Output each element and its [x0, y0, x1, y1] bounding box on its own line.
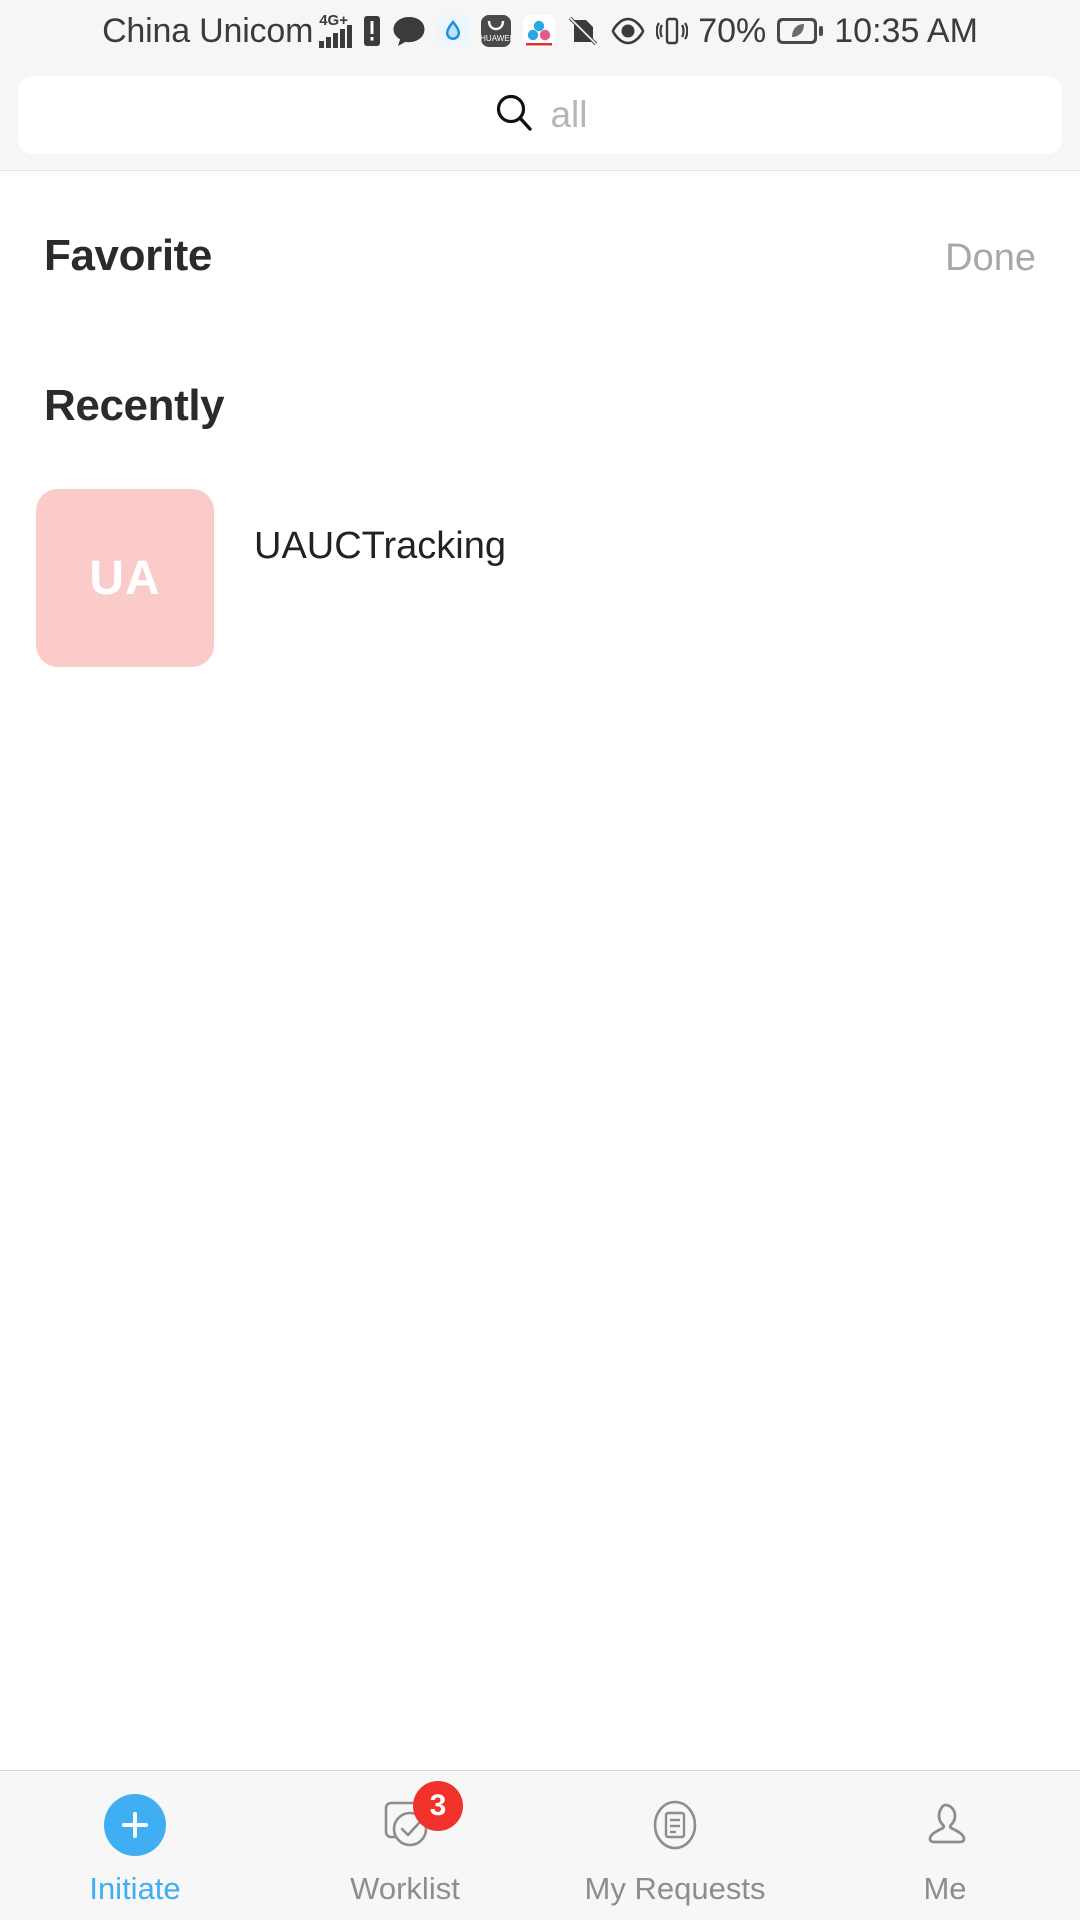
message-bubble-icon: [392, 15, 426, 47]
done-button[interactable]: Done: [945, 237, 1036, 280]
carrier-name: China Unicom: [102, 11, 314, 50]
main-content: Favorite Done Recently UA UAUCTracking: [0, 171, 1080, 1769]
search-input[interactable]: all: [18, 76, 1062, 154]
bottom-navigation: Initiate 3 Worklist My Requests Me: [0, 1770, 1080, 1920]
document-circle-icon: [639, 1787, 711, 1863]
cloud-sync-icon: [522, 14, 556, 48]
recently-list: UA UAUCTracking: [0, 431, 1080, 667]
checklist-icon: 3: [369, 1781, 463, 1863]
browser-icon: [436, 14, 470, 48]
vibrate-icon: [656, 15, 689, 47]
battery-percent-label: 70%: [698, 11, 767, 50]
no-sim-icon: [566, 14, 600, 48]
clock-label: 10:35 AM: [834, 11, 978, 50]
battery-saver-icon: [776, 15, 824, 47]
tab-initiate-label: Initiate: [89, 1871, 181, 1906]
tab-me-label: Me: [923, 1871, 967, 1906]
plus-circle-icon: [104, 1787, 166, 1863]
app-tile[interactable]: UA: [36, 489, 214, 667]
search-section: all: [0, 62, 1080, 171]
search-icon: [492, 91, 536, 140]
tab-initiate[interactable]: Initiate: [0, 1771, 270, 1907]
tab-me[interactable]: Me: [810, 1771, 1080, 1907]
huawei-app-icon: HUAWEI: [480, 14, 512, 48]
app-name-label: UAUCTracking: [254, 525, 506, 567]
person-icon: [909, 1787, 981, 1863]
list-item[interactable]: UA UAUCTracking: [0, 489, 1080, 667]
favorite-section-header: Favorite Done: [0, 171, 1080, 281]
signal-bars-icon: 4G+: [319, 11, 353, 48]
tab-my-requests[interactable]: My Requests: [540, 1771, 810, 1907]
network-type-label: 4G+: [319, 11, 348, 29]
tab-my-requests-label: My Requests: [584, 1871, 766, 1906]
tab-worklist[interactable]: 3 Worklist: [270, 1771, 540, 1907]
eye-comfort-icon: [610, 16, 646, 46]
status-bar: China Unicom 4G+ HUAWEI 70% 10:35 AM: [0, 0, 1080, 62]
search-placeholder: all: [550, 94, 588, 135]
recently-section-header: Recently: [0, 281, 1080, 431]
app-initials: UA: [89, 551, 161, 605]
recently-title: Recently: [44, 381, 225, 430]
svg-text:HUAWEI: HUAWEI: [480, 34, 512, 43]
sim-alert-icon: [362, 15, 382, 47]
tab-worklist-label: Worklist: [350, 1871, 460, 1906]
worklist-badge: 3: [413, 1781, 463, 1831]
favorite-title: Favorite: [44, 231, 212, 280]
